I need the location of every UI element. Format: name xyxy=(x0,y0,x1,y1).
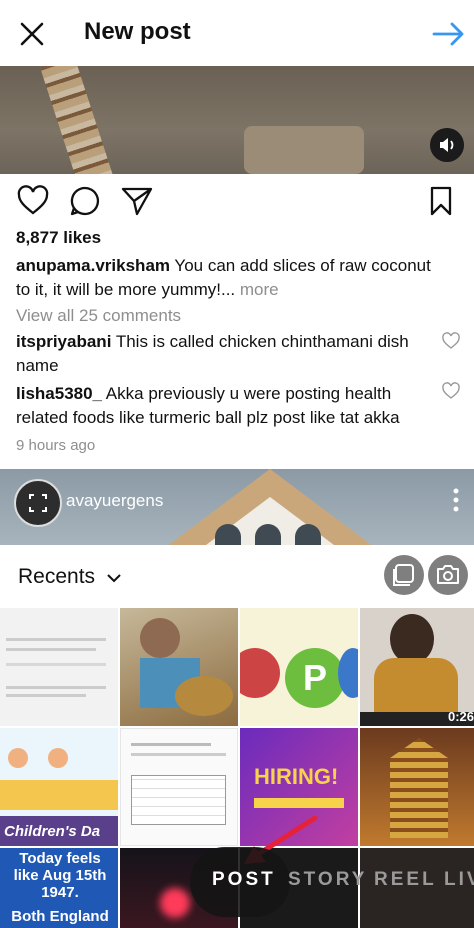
caption-more-link[interactable]: more xyxy=(235,280,279,299)
media-thumbnail[interactable] xyxy=(360,728,474,846)
video-scene-object xyxy=(244,126,364,174)
multi-select-button[interactable] xyxy=(384,555,424,595)
multi-select-icon xyxy=(393,564,414,586)
camera-icon xyxy=(437,565,459,584)
media-thumbnail[interactable] xyxy=(120,728,238,846)
mode-post[interactable]: POST xyxy=(212,869,276,891)
video-scene xyxy=(39,66,117,174)
avatar-frame-icon xyxy=(29,494,47,512)
bookmark-icon[interactable] xyxy=(424,184,458,218)
comment-like-heart-icon[interactable] xyxy=(442,382,460,400)
comment-icon[interactable] xyxy=(68,184,102,218)
mode-selector: POST STORY REEL LIV xyxy=(190,847,474,917)
mode-reel[interactable]: REEL xyxy=(374,869,437,891)
mode-story[interactable]: STORY xyxy=(288,869,367,891)
post-caption: anupama.vriksham You can add slices of r… xyxy=(16,254,446,302)
house-window xyxy=(295,524,321,545)
post-actions xyxy=(16,184,458,218)
tile-label: P xyxy=(302,657,327,698)
comment-like-heart-icon[interactable] xyxy=(442,332,460,350)
camera-button[interactable] xyxy=(428,555,468,595)
album-selector[interactable]: Recents xyxy=(18,565,121,589)
comment-item: itspriyabani This is called chicken chin… xyxy=(16,330,436,378)
tile-label: Today feels like Aug 15th 1947. xyxy=(13,850,107,901)
view-all-comments-link[interactable]: View all 25 comments xyxy=(16,306,181,326)
mode-live[interactable]: LIV xyxy=(444,869,474,891)
media-thumbnail[interactable]: Today feels like Aug 15th 1947. Both Eng… xyxy=(0,848,118,928)
media-thumbnail[interactable] xyxy=(0,608,118,726)
video-preview[interactable] xyxy=(0,66,474,174)
top-bar: New post xyxy=(0,0,474,66)
media-thumbnail[interactable]: Children's Da xyxy=(0,728,118,846)
comment-username[interactable]: lisha5380_ xyxy=(16,384,102,403)
volume-icon[interactable] xyxy=(430,128,464,162)
media-thumbnail[interactable]: P xyxy=(240,608,358,726)
more-options-icon[interactable] xyxy=(452,487,460,513)
media-thumbnail[interactable]: 0:26 xyxy=(360,608,474,726)
likes-count[interactable]: 8,877 likes xyxy=(16,228,101,248)
page-title: New post xyxy=(84,18,191,45)
comment-username[interactable]: itspriyabani xyxy=(16,332,111,351)
close-icon[interactable] xyxy=(16,18,48,50)
video-duration: 0:26 xyxy=(447,709,474,724)
house-window xyxy=(215,524,241,545)
share-icon[interactable] xyxy=(120,184,154,218)
next-arrow-icon[interactable] xyxy=(430,16,466,52)
next-post-username[interactable]: avayuergens xyxy=(66,491,163,511)
post-time: 9 hours ago xyxy=(16,437,96,454)
caption-username[interactable]: anupama.vriksham xyxy=(16,256,170,275)
tile-sublabel: Both England xyxy=(11,908,109,925)
comment-item: lisha5380_ Akka previously u were postin… xyxy=(16,382,436,430)
tile-label: Children's Da xyxy=(4,823,101,840)
tile-label: HIRING! xyxy=(254,764,339,789)
next-post-header[interactable]: avayuergens xyxy=(0,469,474,545)
like-heart-icon[interactable] xyxy=(16,184,50,218)
media-thumbnail[interactable] xyxy=(120,608,238,726)
house-window xyxy=(255,524,281,545)
chevron-down-icon xyxy=(107,574,121,583)
album-title: Recents xyxy=(18,565,96,588)
avatar[interactable] xyxy=(14,479,62,527)
